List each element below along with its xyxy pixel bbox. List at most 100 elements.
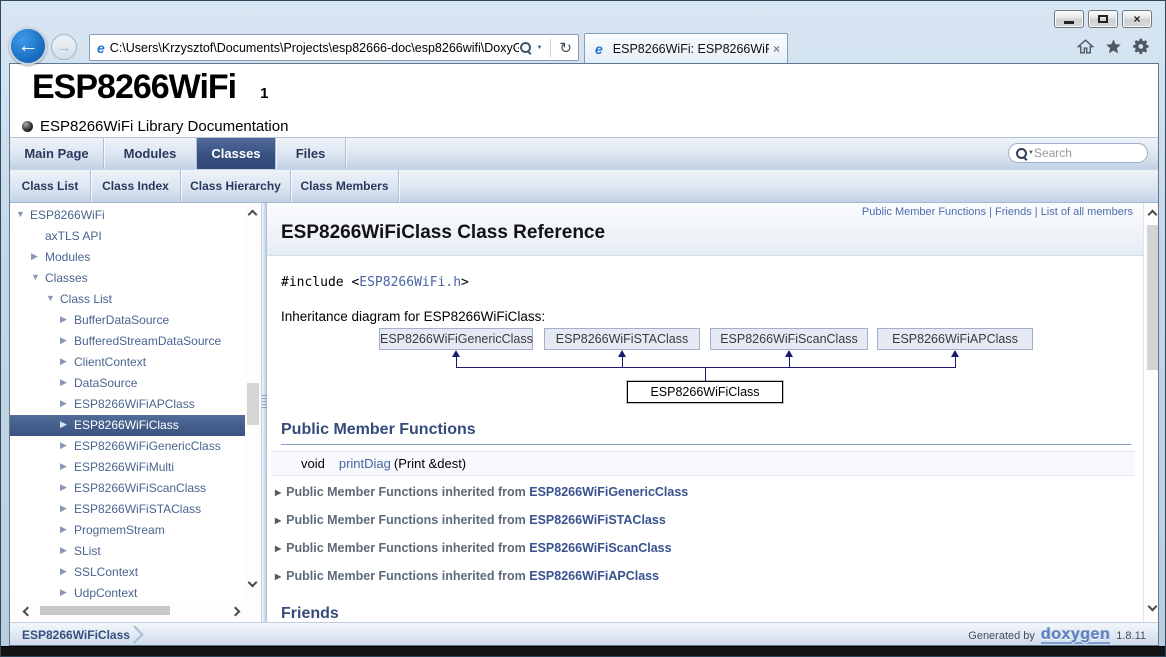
sidebar-item-datasource[interactable]: ▶ DataSource [10,373,245,394]
scroll-right-icon[interactable] [231,607,241,617]
chevron-right-icon[interactable]: ▶ [60,440,67,451]
sidebar-item-label: DataSource [74,376,137,390]
inherited-section-esp8266wifiscanclass[interactable]: ▶Public Member Functions inherited from … [275,541,672,559]
tab-files[interactable]: Files [276,138,346,169]
search-dropdown-icon[interactable]: ▼ [536,45,542,51]
scrollbar-thumb[interactable] [40,606,170,615]
summary-link-friends[interactable]: Friends [995,206,1032,218]
class-link-esp8266wifistaclass[interactable]: ESP8266WiFiSTAClass [529,513,666,527]
summary-link-public-member-functions[interactable]: Public Member Functions [862,206,986,218]
scroll-left-icon[interactable] [23,607,33,617]
sidebar-item-label: axTLS API [45,229,102,243]
sidebar-item-modules[interactable]: ▶Modules [10,247,245,268]
sidebar-item-axtls-api[interactable]: axTLS API [10,226,245,247]
browser-tab[interactable]: e ESP8266WiFi: ESP8266WiFi... × [584,33,788,63]
scrollbar-thumb[interactable] [247,383,259,425]
search-input[interactable] [1034,146,1141,160]
doxygen-logo[interactable]: doxygen [1041,627,1110,644]
tab-class-hierarchy[interactable]: Class Hierarchy [181,170,291,202]
diagram-box-esp8266wifiapclass[interactable]: ESP8266WiFiAPClass [877,328,1033,350]
sidebar-horizontal-scrollbar[interactable] [10,601,261,621]
chevron-down-icon[interactable]: ▼ [16,209,25,219]
sidebar-item-label: ESP8266WiFiMulti [74,460,174,474]
sidebar-item-classes[interactable]: ▼Classes [10,268,245,289]
chevron-right-icon[interactable]: ▶ [60,335,67,346]
sidebar-item-esp8266wifi[interactable]: ▼ESP8266WiFi [10,205,245,226]
sidebar-item-clientcontext[interactable]: ▶ClientContext [10,352,245,373]
sidebar-item-esp8266wifiscanclass[interactable]: ▶ESP8266WiFiScanClass [10,478,245,499]
sidebar-item-esp8266wifimulti[interactable]: ▶ ESP8266WiFiMulti [10,457,245,478]
content-vertical-scrollbar[interactable] [1143,203,1159,622]
back-button[interactable]: ← [9,27,47,65]
chevron-right-icon[interactable]: ▶ [60,503,67,514]
chevron-right-icon[interactable]: ▶ [60,587,67,598]
chevron-right-icon[interactable]: ▶ [60,377,67,388]
tab-modules[interactable]: Modules [104,138,197,169]
class-link-esp8266wifiapclass[interactable]: ESP8266WiFiAPClass [529,569,659,583]
inherited-section-esp8266wifiapclass[interactable]: ▶Public Member Functions inherited from … [275,569,659,587]
sidebar-item-udpcontext[interactable]: ▶UdpContext [10,583,245,601]
scroll-up-icon[interactable] [248,210,258,220]
tab-class-members[interactable]: Class Members [291,170,399,202]
doc-header: Public Member Functions | Friends | List… [267,203,1143,256]
class-link-esp8266wifigenericclass[interactable]: ESP8266WiFiGenericClass [529,485,688,499]
browser-window: × ← → e C:\Users\Krzysztof\Documents\Pro… [0,0,1166,657]
chevron-right-icon[interactable]: ▶ [31,251,38,262]
diagram-box-esp8266wifistaclass[interactable]: ESP8266WiFiSTAClass [544,328,700,350]
scrollbar-thumb[interactable] [1147,225,1158,370]
search-icon[interactable] [519,41,532,54]
doxygen-version: 1.8.11 [1116,630,1146,642]
refresh-icon[interactable]: ↻ [559,39,572,57]
diagram-box-esp8266wifiscanclass[interactable]: ESP8266WiFiScanClass [710,328,868,350]
chevron-right-icon[interactable]: ▶ [60,314,67,325]
sidebar-item-esp8266wifistaclass[interactable]: ▶ESP8266WiFiSTAClass [10,499,245,520]
tab-classes[interactable]: Classes [197,138,276,169]
tab-class-list[interactable]: Class List [10,170,91,202]
chevron-right-icon[interactable]: ▶ [60,524,67,535]
sidebar-vertical-scrollbar[interactable] [245,203,261,601]
class-link-esp8266wifiscanclass[interactable]: ESP8266WiFiScanClass [529,541,671,555]
chevron-right-icon[interactable]: ▶ [60,566,67,577]
inherited-section-esp8266wifistaclass[interactable]: ▶Public Member Functions inherited from … [275,513,666,531]
sidebar-item-class-list[interactable]: ▼Class List [10,289,245,310]
gear-icon[interactable] [1132,37,1151,61]
address-bar[interactable]: e C:\Users\Krzysztof\Documents\Projects\… [89,34,579,61]
home-icon[interactable] [1076,37,1095,61]
scroll-up-icon[interactable] [1148,210,1158,220]
chevron-right-icon[interactable]: ▶ [60,545,67,556]
chevron-right-icon[interactable]: ▶ [60,356,67,367]
sidebar-item-esp8266wifigenericclass[interactable]: ▶ESP8266WiFiGenericClass [10,436,245,457]
chevron-right-icon[interactable]: ▶ [60,461,67,472]
sidebar-item-esp8266wifiapclass[interactable]: ▶ESP8266WiFiAPClass [10,394,245,415]
search-box[interactable]: ▼ [1008,143,1148,163]
include-file-link[interactable]: ESP8266WiFi.h [359,275,461,290]
member-link-printdiag[interactable]: printDiag [339,456,391,471]
browser-toolbar: ← → e C:\Users\Krzysztof\Documents\Proje… [1,1,1165,63]
tab-class-index[interactable]: Class Index [91,170,181,202]
forward-button[interactable]: → [51,34,77,60]
scroll-down-icon[interactable] [248,578,258,588]
tab-main-page[interactable]: Main Page [10,138,104,169]
connector-line [456,367,956,368]
back-icon: ← [18,34,39,58]
sidebar-item-esp8266wificlass[interactable]: ▶ESP8266WiFiClass [10,415,245,436]
chevron-right-icon[interactable]: ▶ [60,419,67,430]
tab-close-icon[interactable]: × [773,42,780,56]
inherited-section-esp8266wifigenericclass[interactable]: ▶Public Member Functions inherited from … [275,485,688,503]
chevron-right-icon[interactable]: ▶ [60,482,67,493]
sidebar-item-bufferdatasource[interactable]: ▶BufferDataSource [10,310,245,331]
sidebar-item-bufferedstreamdatasource[interactable]: ▶BufferedStreamDataSource [10,331,245,352]
diagram-box-esp8266wificlass[interactable]: ESP8266WiFiClass [627,381,783,403]
chevron-down-icon[interactable]: ▼ [31,272,40,282]
chevron-down-icon[interactable]: ▼ [46,293,55,303]
sidebar-item-sslcontext[interactable]: ▶SSLContext [10,562,245,583]
scroll-down-icon[interactable] [1148,602,1158,612]
chevron-right-icon[interactable]: ▶ [60,398,67,409]
diagram-box-esp8266wifigenericclass[interactable]: ESP8266WiFiGenericClass [379,328,533,350]
summary-link-list-of-all-members[interactable]: List of all members [1041,206,1133,218]
star-icon[interactable] [1104,37,1123,61]
sidebar-item-progmemstream[interactable]: ▶ProgmemStream [10,520,245,541]
sidebar-item-slist[interactable]: ▶SList [10,541,245,562]
breadcrumb-esp8266wificlass[interactable]: ESP8266WiFiClass [22,623,130,646]
separator: | [1032,206,1041,218]
